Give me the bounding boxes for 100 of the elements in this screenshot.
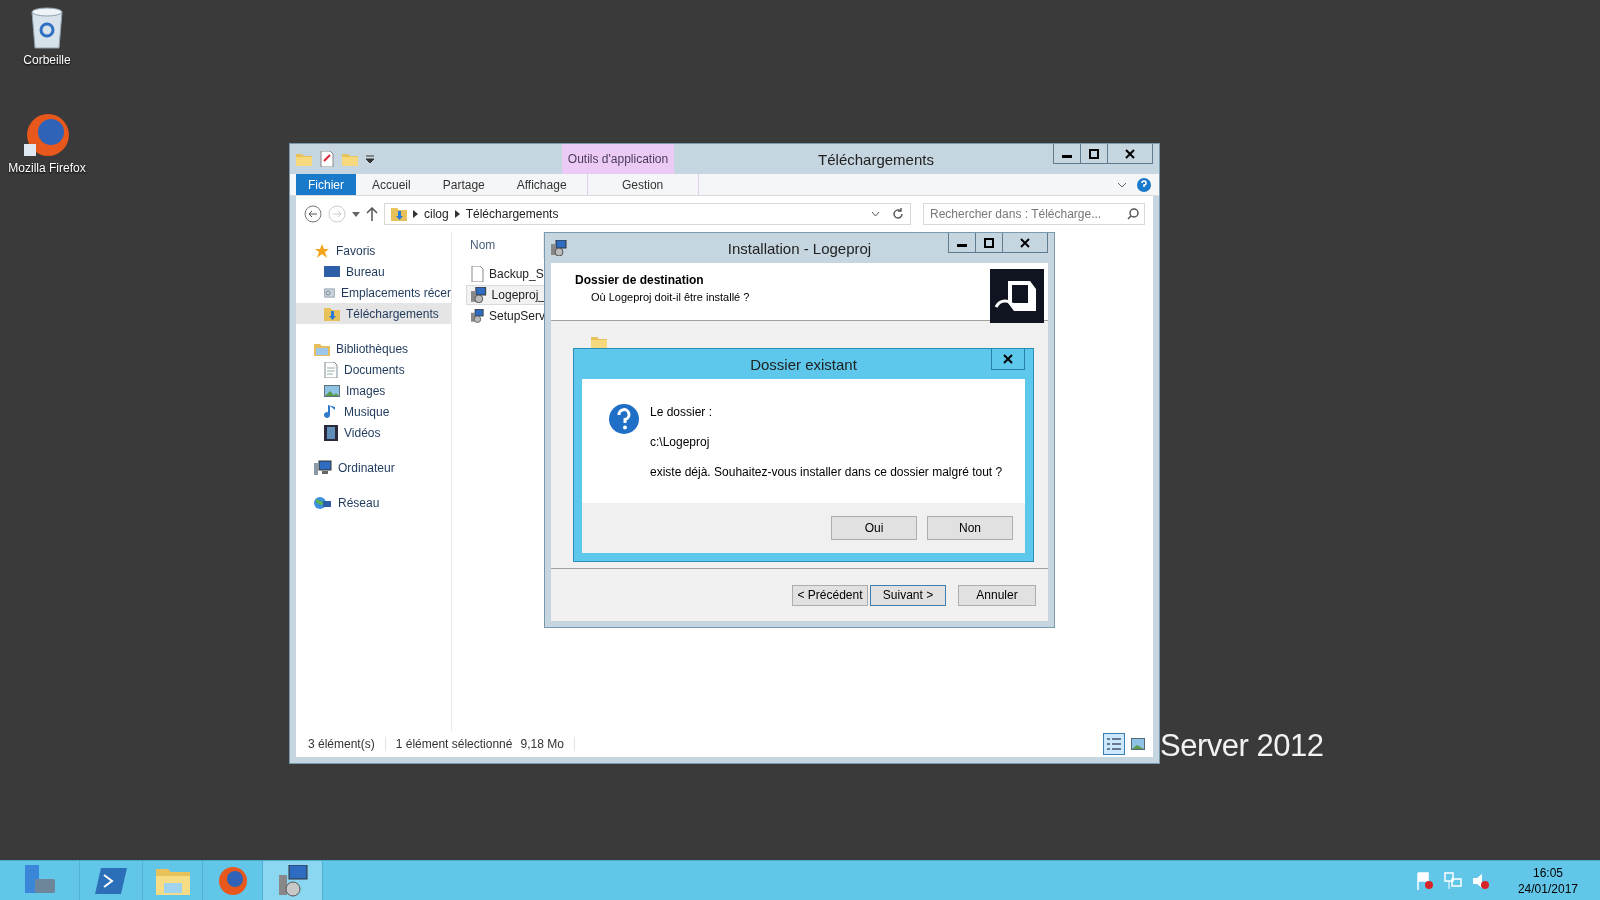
window-title: Téléchargements <box>818 150 934 168</box>
nav-label: Emplacements récer <box>340 285 451 300</box>
installer-icon <box>471 287 487 303</box>
close-button[interactable] <box>991 349 1025 370</box>
installer-icon <box>551 240 567 256</box>
page-heading: Dossier de destination <box>575 273 705 287</box>
contextual-tab-group: Outils d'application <box>562 144 674 174</box>
download-folder-icon <box>391 206 407 222</box>
nav-label: Vidéos <box>344 425 381 440</box>
wizard-button[interactable]: < Précédent <box>792 584 868 606</box>
dialog-title: Dossier existant <box>750 355 857 373</box>
address-bar[interactable]: cilog Téléchargements <box>384 203 911 225</box>
message-text: existe déjà. Souhaitez-vous installer dans ce dossier malgré tout ? <box>650 465 1003 479</box>
close-icon <box>1125 148 1135 159</box>
nav-item[interactable]: Favoris <box>296 240 451 261</box>
ribbon-tab[interactable]: Affichage <box>500 174 583 195</box>
ribbon-tab[interactable]: Fichier <box>296 174 356 195</box>
close-icon <box>1003 354 1013 364</box>
search-field[interactable]: Rechercher dans : Télécharge... <box>923 203 1145 225</box>
nav-label: Ordinateur <box>338 460 395 475</box>
page-subheading: Où Logeproj doit-il être installé ? <box>590 291 750 303</box>
chevron-icon <box>871 211 880 217</box>
file-row[interactable]: Backup_S <box>466 264 546 284</box>
folder-icon <box>296 152 312 166</box>
ribbon-tab[interactable]: Accueil <box>356 174 427 195</box>
file-name: SetupServ <box>488 309 545 323</box>
close-icon <box>1020 237 1030 248</box>
installer-icon <box>471 308 484 324</box>
back-button[interactable] <box>304 205 322 223</box>
dialog-button[interactable]: Oui <box>831 516 917 540</box>
file-row[interactable]: SetupServ <box>466 306 546 326</box>
nav-item[interactable]: Musique <box>296 401 451 422</box>
ribbon-tab[interactable]: Partage <box>426 174 501 195</box>
refresh-icon <box>892 208 904 220</box>
selection-info: 1 élément sélectionné <box>395 737 513 751</box>
back-icon <box>304 205 322 223</box>
network-icon <box>314 494 332 511</box>
nav-item[interactable]: Images <box>296 380 451 401</box>
details-view-icon <box>1107 738 1121 750</box>
file-row[interactable]: Logeproj_ <box>466 285 546 305</box>
taskbar-button[interactable] <box>263 861 323 900</box>
maximize-icon <box>1089 148 1099 159</box>
message-text: c:\Logeproj <box>650 435 711 449</box>
recycle-bin-icon <box>29 6 65 50</box>
installer-icon <box>276 864 309 897</box>
maximize-icon <box>984 237 994 248</box>
chevron-icon <box>1117 181 1127 188</box>
item-count: 3 élément(s) <box>308 737 386 751</box>
minimize-icon <box>957 244 967 247</box>
selection-size: 9,18 Mo <box>520 737 575 751</box>
chevron-right-icon <box>454 210 460 218</box>
image-icon <box>324 383 340 398</box>
minimize-button[interactable] <box>948 233 976 253</box>
clock-date: 24/01/2017 <box>1517 880 1578 897</box>
dialog-button[interactable]: Non <box>927 516 1013 540</box>
folder-icon <box>591 335 607 349</box>
speaker-icon <box>1471 871 1490 890</box>
file-name: Backup_S <box>489 267 544 281</box>
minimize-icon <box>1062 155 1072 158</box>
document-icon <box>324 361 338 378</box>
music-note-icon <box>324 403 338 420</box>
nav-item[interactable]: Téléchargements <box>296 303 451 324</box>
library-icon <box>314 341 330 356</box>
dropdown-icon <box>366 155 374 163</box>
desktop-icon-label: Mozilla Firefox <box>8 161 86 175</box>
wizard-button[interactable]: Suivant > <box>870 584 946 606</box>
breadcrumb[interactable]: Téléchargements <box>465 207 559 221</box>
view-button[interactable] <box>1103 733 1125 755</box>
nav-item[interactable]: Bibliothèques <box>296 338 451 359</box>
nav-item[interactable]: Ordinateur <box>296 457 451 478</box>
wizard-button[interactable]: Annuler <box>958 584 1036 606</box>
nav-label: Bureau <box>346 264 385 279</box>
close-button[interactable] <box>1002 233 1048 253</box>
nav-item[interactable]: Documents <box>296 359 451 380</box>
window-title: Installation - Logeproj <box>727 239 872 257</box>
nav-label: Documents <box>344 362 405 377</box>
minimize-button[interactable] <box>1053 144 1081 164</box>
desktop-icon-label: Corbeille <box>23 53 71 67</box>
nav-label: Images <box>346 383 386 398</box>
up-button[interactable] <box>366 207 378 221</box>
flag-icon <box>1415 871 1434 890</box>
film-icon <box>324 424 338 441</box>
message-text: Le dossier : <box>650 405 714 419</box>
file-icon <box>471 266 484 282</box>
dropdown-icon <box>352 211 360 217</box>
breadcrumb[interactable]: cilog <box>424 207 449 221</box>
clock-time: 16:05 <box>1532 864 1563 881</box>
close-button[interactable] <box>1107 144 1153 164</box>
nav-item[interactable]: Vidéos <box>296 422 451 443</box>
folder-icon <box>155 866 190 895</box>
nav-item[interactable]: Réseau <box>296 492 451 513</box>
nav-item[interactable]: Emplacements récer <box>296 282 451 303</box>
file-name: Logeproj_ <box>491 288 545 302</box>
download-folder-icon <box>324 305 340 322</box>
ribbon-tab[interactable]: Gestion <box>586 174 699 195</box>
chevron-right-icon <box>413 210 418 218</box>
nav-label: Téléchargements <box>346 306 439 321</box>
nav-label: Réseau <box>338 495 380 510</box>
nav-item[interactable]: Bureau <box>296 261 451 282</box>
wallpaper-text: Server 2012 <box>1160 728 1324 764</box>
